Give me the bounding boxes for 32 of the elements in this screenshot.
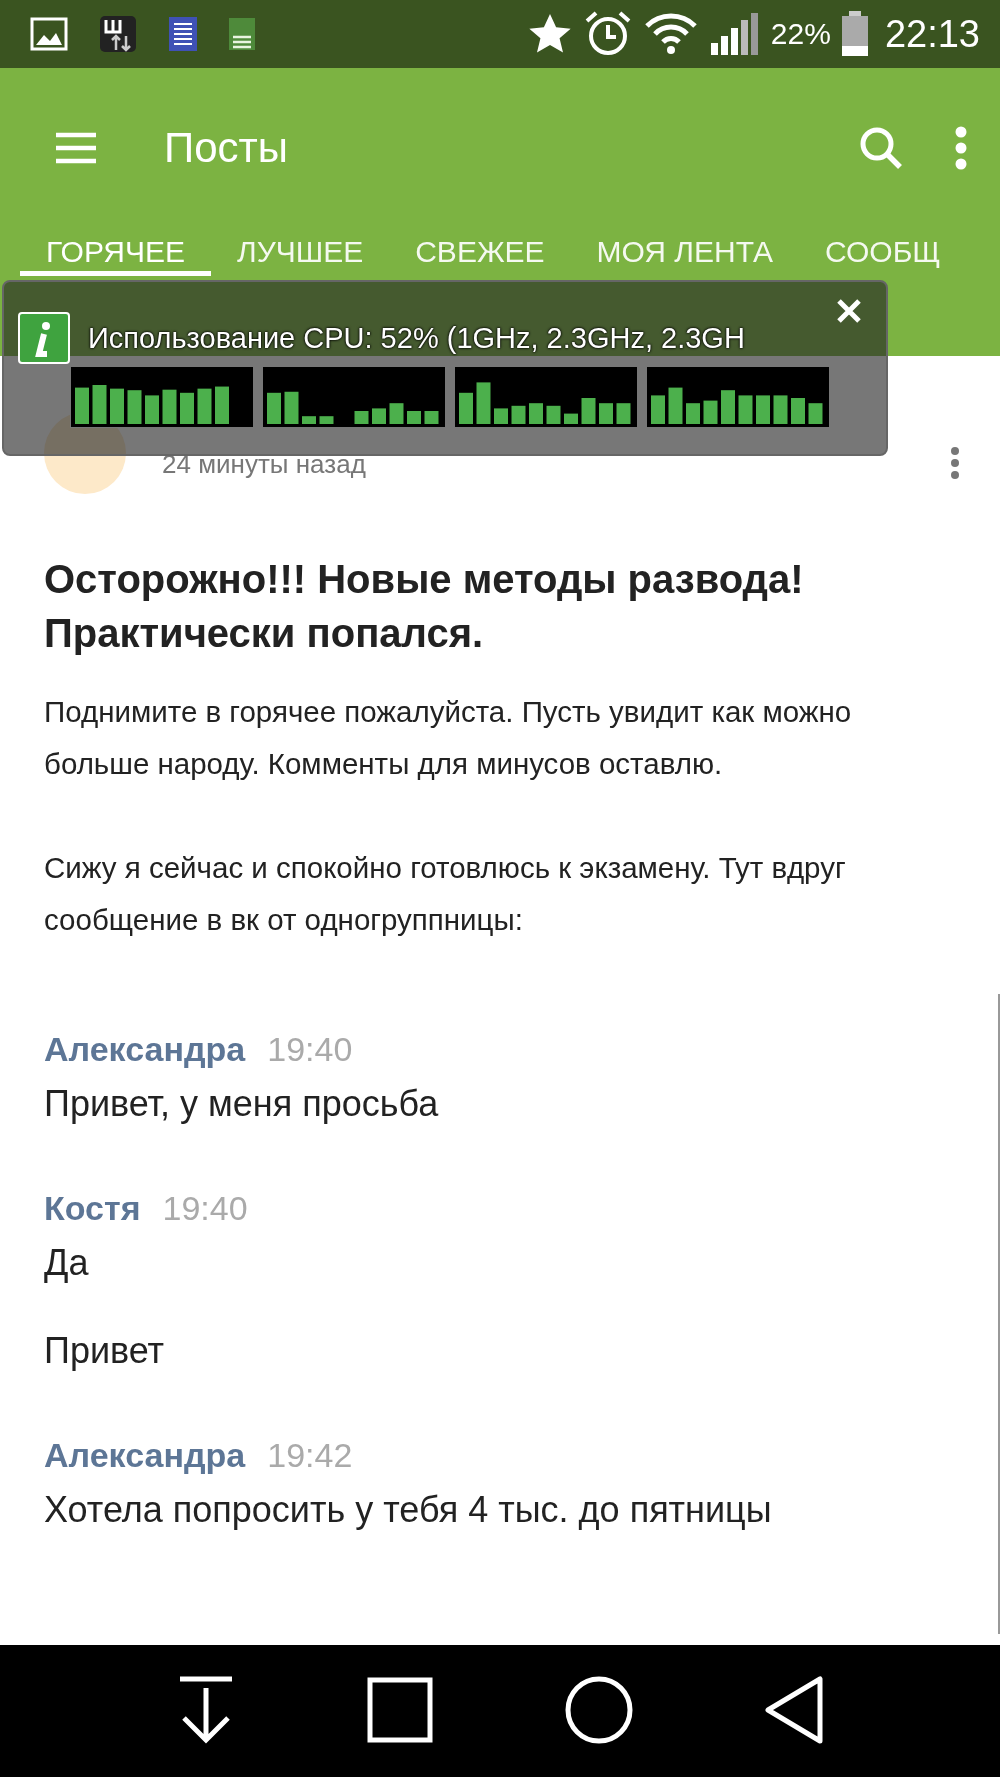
post-time: 24 минуты назад [162,449,366,480]
post-options-button[interactable] [950,446,960,480]
cpu-usage-text: Использование CPU: 52% (1GHz, 2.3GHz, 2.3GH [88,321,745,355]
post-title: Осторожно!!! Новые методы развода! Практически попался. [44,556,805,657]
document-icon [168,16,198,52]
chat-time: 19:40 [162,1189,248,1228]
chat-message: Да [44,1242,90,1284]
post-paragraph: Поднимите в горячее пожалуйста. Пусть увидит как можно больше народу. Комменты для минусов оставлю. [44,694,853,782]
signal-icon [708,11,761,57]
chat-message: Привет, у меня просьба [44,1083,440,1125]
chat-time: 19:40 [267,1030,353,1069]
info-icon [18,312,70,364]
chat-message: Хотела попросить у тебя 4 тыс. до пятницы [44,1489,773,1531]
post-paragraph: Сижу я сейчас и спокойно готовлюсь к экзамену. Тут вдруг сообщение в вк от одногруппницы: [44,850,847,938]
battery-icon [840,11,869,57]
tab[interactable]: МОЯ ЛЕНТА [570,231,799,276]
chat-author: Костя [44,1189,141,1228]
clock-time: 22:13 [884,12,980,56]
app-title: Посты [164,124,288,172]
tab[interactable]: СООБЩ [799,231,967,276]
notes-icon [228,17,256,51]
tab[interactable]: ГОРЯЧЕЕ [20,231,211,276]
gallery-icon [30,17,68,51]
chat-message: Привет [44,1330,166,1372]
tab[interactable]: ЛУЧШЕЕ [210,231,390,276]
recent-apps-button[interactable] [367,1676,434,1746]
app-icon [98,14,138,54]
chat-author: Александра [44,1436,246,1475]
chat-time: 19:42 [267,1436,353,1475]
tab[interactable]: СВЕЖЕЕ [389,231,571,276]
chat-author: Александра [44,1030,246,1069]
battery-percentage: 22% [770,17,831,51]
